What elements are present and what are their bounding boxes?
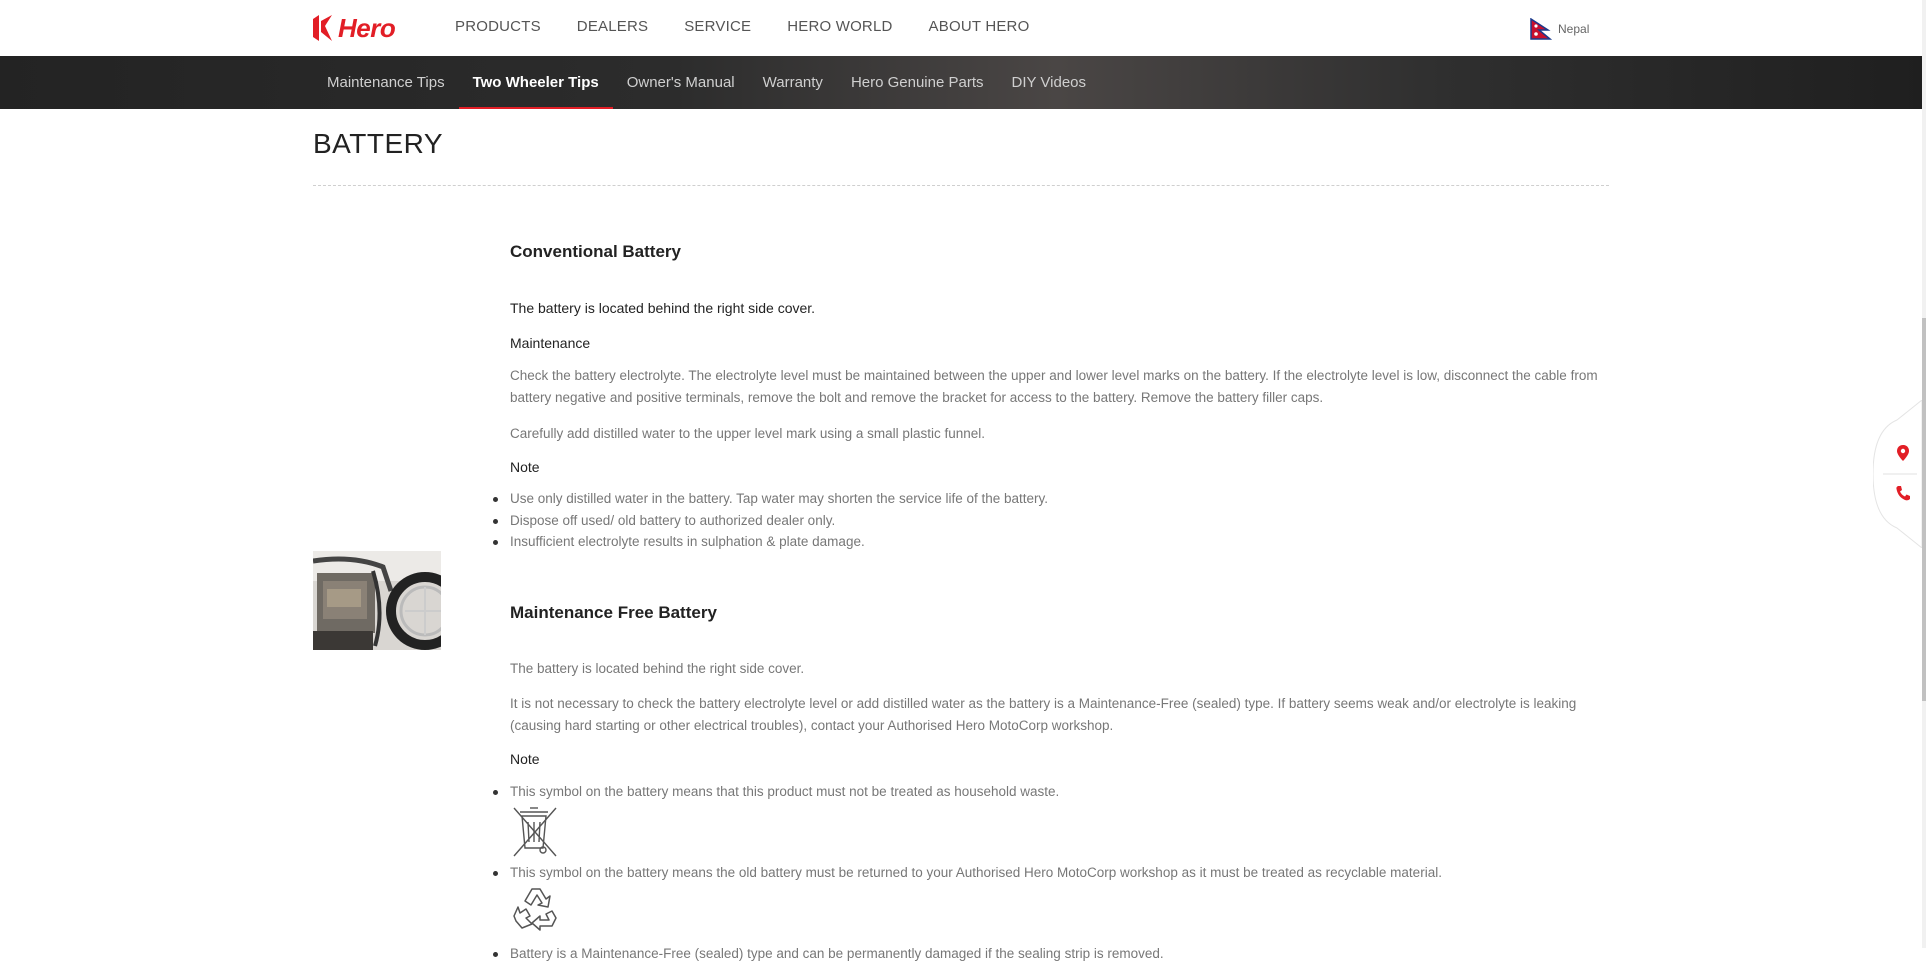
page-scrollbar[interactable] [1922,0,1926,948]
mf-notes-list: This symbol on the battery means that th… [493,781,1604,803]
battery-location-image [313,551,441,650]
list-item: Dispose off used/ old battery to authori… [493,510,1604,532]
tab-hero-genuine-parts[interactable]: Hero Genuine Parts [837,56,998,109]
location-pin-icon[interactable] [1895,444,1911,462]
phone-icon[interactable] [1895,484,1911,502]
page-title: BATTERY [313,128,444,159]
mf-para-1: It is not necessary to check the battery… [510,696,1577,733]
hero-logo[interactable]: Hero [312,12,396,44]
conventional-battery-heading: Conventional Battery [510,242,681,261]
logo-text: Hero [338,12,396,43]
list-item: Battery is a Maintenance-Free (sealed) t… [493,943,1604,965]
conventional-para-2: Carefully add distilled water to the upp… [510,426,985,441]
tab-warranty[interactable]: Warranty [749,56,837,109]
tab-two-wheeler-tips[interactable]: Two Wheeler Tips [458,56,613,109]
nav-service[interactable]: SERVICE [684,18,751,35]
conventional-notes-list: Use only distilled water in the battery.… [493,488,1604,553]
conventional-note-label: Note [510,459,540,475]
mf-note-label: Note [510,751,540,767]
country-name: Nepal [1558,22,1590,36]
main-nav: PRODUCTS DEALERS SERVICE HERO WORLD ABOU… [455,18,1065,35]
quick-actions-tab [1873,400,1922,548]
mf-location: The battery is located behind the right … [510,661,805,676]
scrollbar-thumb[interactable] [1922,318,1926,701]
recycle-icon [510,883,566,940]
mf-notes-list-2: This symbol on the battery means the old… [493,862,1604,884]
hero-logo-icon [312,13,334,43]
list-item: Insufficient electrolyte results in sulp… [493,531,1604,553]
crossed-bin-icon [510,804,560,865]
conventional-para-1: Check the battery electrolyte. The elect… [510,368,1598,405]
top-header: Hero PRODUCTS DEALERS SERVICE HERO WORLD… [0,0,1926,57]
nav-dealers[interactable]: DEALERS [577,18,648,35]
mf-notes-list-3: Battery is a Maintenance-Free (sealed) t… [493,943,1604,965]
list-item: Use only distilled water in the battery.… [493,488,1604,510]
tab-maintenance-tips[interactable]: Maintenance Tips [313,56,459,109]
country-selector[interactable]: Nepal [1530,17,1590,40]
list-item: This symbol on the battery means the old… [493,862,1604,884]
title-divider [313,185,1609,186]
maintenance-label: Maintenance [510,335,591,351]
nav-about-hero[interactable]: ABOUT HERO [929,18,1030,35]
tab-diy-videos[interactable]: DIY Videos [998,56,1101,109]
conventional-location: The battery is located behind the right … [510,300,816,316]
sub-nav: Maintenance Tips Two Wheeler Tips Owner'… [0,56,1922,109]
nav-hero-world[interactable]: HERO WORLD [787,18,892,35]
list-item: This symbol on the battery means that th… [493,781,1604,803]
nav-products[interactable]: PRODUCTS [455,18,541,35]
nepal-flag-icon [1530,17,1553,40]
tab-owners-manual[interactable]: Owner's Manual [613,56,749,109]
mf-battery-heading: Maintenance Free Battery [510,603,717,622]
